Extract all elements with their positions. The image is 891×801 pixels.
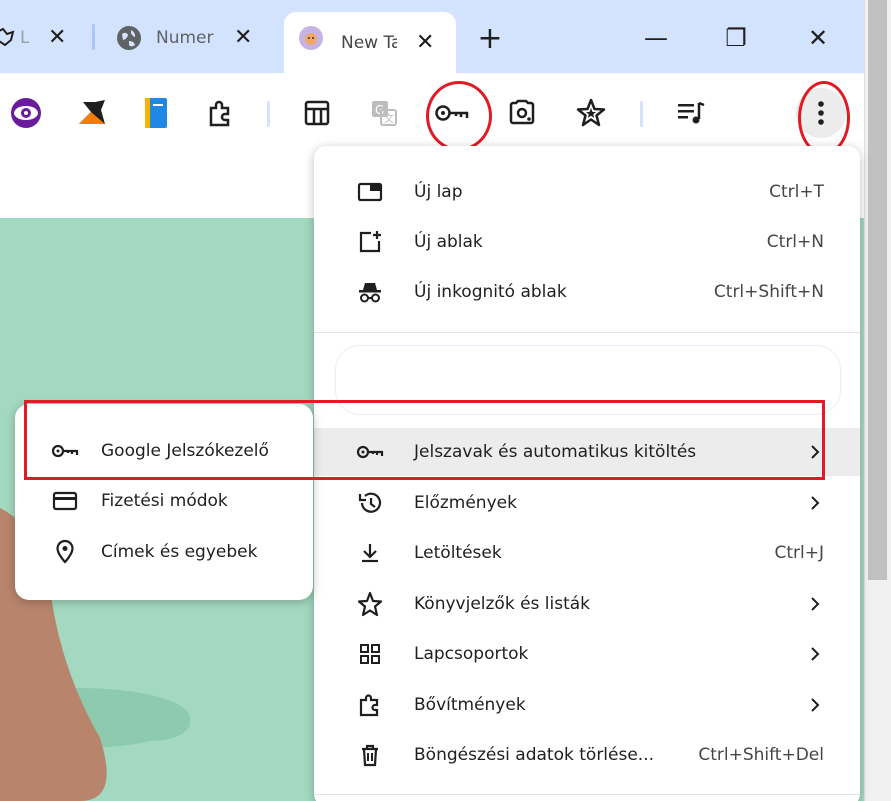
menu-divider: [314, 794, 860, 795]
toolbar: G文: [0, 73, 864, 155]
location-pin-icon: [51, 538, 79, 566]
menu-item-label: Lapcsoportok: [414, 644, 529, 664]
toolbar-separator: [640, 101, 643, 127]
new-window-icon: [356, 228, 384, 256]
restore-icon: ❐: [725, 24, 747, 52]
menu-item-label: Böngészési adatok törlése...: [414, 745, 655, 765]
minimize-button[interactable]: —: [636, 22, 676, 54]
menu-item-shortcut: Ctrl+N: [766, 232, 824, 252]
trash-icon: [356, 741, 384, 769]
star-icon: [356, 590, 384, 618]
menu-item-incognito[interactable]: Új inkognitó ablak Ctrl+Shift+N: [314, 268, 860, 316]
key-annotation-circle: [426, 81, 492, 151]
submenu-item-payment-methods[interactable]: Fizetési módok: [15, 476, 313, 526]
minimize-icon: —: [644, 24, 668, 52]
close-window-button[interactable]: ✕: [798, 22, 838, 54]
tab-strip: L ✕ Numer ✕ New Ta ✕ + — ❐ ✕: [0, 0, 864, 73]
menu-divider: [314, 332, 860, 333]
translate-icon[interactable]: G文: [362, 91, 406, 135]
cat-favicon-icon: [298, 25, 324, 51]
menu-item-label: Előzmények: [414, 493, 517, 513]
menu-item-history[interactable]: Előzmények: [314, 479, 860, 527]
menu-item-bookmarks[interactable]: Könyvjelzők és listák: [314, 580, 860, 628]
menu-item-label: Bővítmények: [414, 695, 526, 715]
menu-item-label: Letöltések: [414, 543, 502, 563]
menu-item-shortcut: Ctrl+Shift+Del: [698, 745, 824, 765]
incognito-icon: [356, 278, 384, 306]
tab-1[interactable]: L ✕: [0, 12, 90, 64]
close-icon[interactable]: ✕: [234, 27, 252, 49]
globe-icon: [116, 25, 142, 51]
tab-2[interactable]: Numer ✕: [108, 12, 278, 64]
arrow-extension-icon[interactable]: [70, 91, 114, 135]
bookmark-star-icon[interactable]: [569, 91, 613, 135]
svg-text:文: 文: [384, 112, 394, 125]
submenu-item-addresses[interactable]: Címek és egyebek: [15, 527, 313, 577]
tab-3-active[interactable]: New Ta ✕: [284, 12, 456, 73]
notebook-extension-icon[interactable]: [134, 91, 178, 135]
menu-item-label: Új lap: [414, 182, 463, 202]
new-tab-button[interactable]: +: [470, 20, 510, 56]
grid-icon: [356, 640, 384, 668]
tab-separator: [92, 24, 95, 50]
restore-button[interactable]: ❐: [716, 22, 756, 54]
tab-1-label: L: [20, 28, 30, 48]
menu-item-shortcut: Ctrl+J: [774, 543, 824, 563]
new-tab-icon: [356, 178, 384, 206]
menu-item-clear-browsing-data[interactable]: Böngészési adatok törlése... Ctrl+Shift+…: [314, 731, 860, 779]
download-icon: [356, 539, 384, 567]
menu-item-tab-groups[interactable]: Lapcsoportok: [314, 630, 860, 678]
menu-item-label: Új ablak: [414, 232, 483, 252]
menu-item-extensions[interactable]: Bővítmények: [314, 681, 860, 729]
menu-item-shortcut: Ctrl+T: [769, 182, 824, 202]
menu-annotation-circle: [798, 81, 850, 155]
plus-icon: +: [477, 20, 503, 56]
menu-item-downloads[interactable]: Letöltések Ctrl+J: [314, 529, 860, 577]
puzzle-extensions-icon[interactable]: [198, 91, 242, 135]
toolbar-separator: [267, 101, 270, 127]
chevron-right-icon: [810, 495, 820, 511]
menu-item-shortcut: Ctrl+Shift+N: [713, 282, 824, 302]
close-icon[interactable]: ✕: [416, 31, 434, 54]
submenu-item-label: Címek és egyebek: [101, 542, 258, 562]
chevron-right-icon: [810, 646, 820, 662]
close-icon[interactable]: ✕: [48, 27, 66, 49]
submenu-item-label: Fizetési módok: [101, 491, 228, 511]
extension-favicon-icon: [0, 26, 16, 48]
reading-list-icon[interactable]: [669, 91, 713, 135]
eye-extension-icon[interactable]: [4, 91, 48, 135]
chevron-right-icon: [810, 697, 820, 713]
tab-3-label: New Ta: [341, 32, 397, 53]
menu-item-new-tab[interactable]: Új lap Ctrl+T: [314, 168, 860, 216]
tab-2-label: Numer: [156, 28, 214, 48]
menu-item-new-window[interactable]: Új ablak Ctrl+N: [314, 218, 860, 266]
credit-card-icon: [51, 487, 79, 515]
chevron-right-icon: [810, 596, 820, 612]
sidebar-panel-icon[interactable]: [295, 91, 339, 135]
menu-item-label: Könyvjelzők és listák: [414, 594, 591, 614]
history-icon: [356, 489, 384, 517]
puzzle-icon: [356, 691, 384, 719]
google-lens-icon[interactable]: [500, 91, 544, 135]
scrollbar-thumb[interactable]: [868, 0, 887, 580]
close-icon: ✕: [807, 24, 829, 52]
menu-item-label: Új inkognitó ablak: [414, 282, 567, 302]
highlight-annotation-rectangle: [24, 400, 825, 480]
